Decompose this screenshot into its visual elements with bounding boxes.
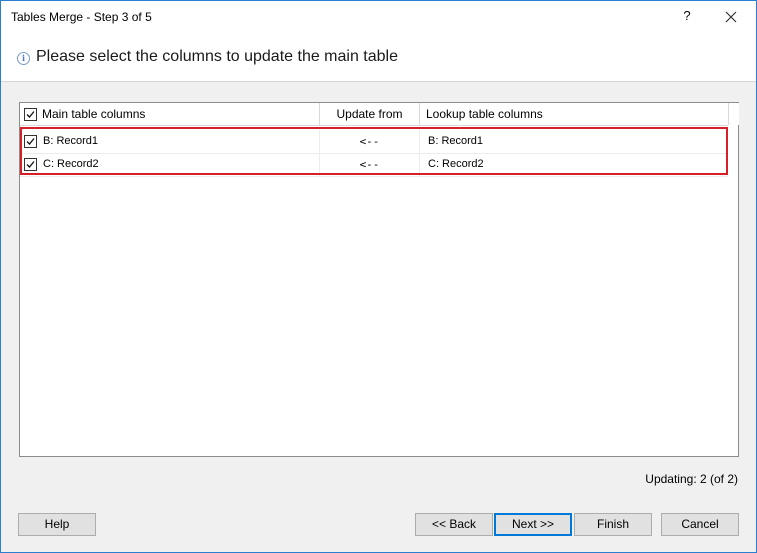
row-checkbox[interactable]: [24, 135, 37, 148]
window-title: Tables Merge - Step 3 of 5: [11, 10, 152, 24]
info-icon: i: [17, 52, 30, 65]
step-header: i Please select the columns to update th…: [1, 32, 756, 82]
cell-main-column: B: Record1: [20, 130, 320, 153]
back-button[interactable]: << Back: [415, 513, 493, 536]
help-button[interactable]: Help: [18, 513, 96, 536]
column-header-main-label: Main table columns: [42, 107, 146, 121]
grid-header-row: Main table columns Update from Lookup ta…: [20, 103, 728, 126]
next-button[interactable]: Next >>: [494, 513, 572, 536]
finish-button[interactable]: Finish: [574, 513, 652, 536]
updating-status: Updating: 2 (of 2): [645, 472, 738, 486]
row-main-label: C: Record2: [43, 158, 99, 170]
help-icon[interactable]: ?: [677, 4, 697, 28]
checkmark-icon: [26, 161, 35, 168]
row-checkbox[interactable]: [24, 158, 37, 171]
cell-update-direction[interactable]: <--: [320, 153, 420, 176]
cell-update-direction[interactable]: <--: [320, 130, 420, 153]
table-row[interactable]: B: Record1 <-- B: Record1: [20, 130, 728, 154]
row-main-label: B: Record1: [43, 135, 99, 147]
cell-lookup-column[interactable]: C: Record2: [420, 153, 728, 176]
column-header-lookup[interactable]: Lookup table columns: [420, 103, 728, 125]
title-bar: Tables Merge - Step 3 of 5 ?: [1, 1, 756, 32]
cell-main-column: C: Record2: [20, 153, 320, 176]
column-header-main[interactable]: Main table columns: [20, 103, 320, 125]
checkmark-icon: [26, 138, 35, 145]
grid-header-corner: [728, 103, 739, 125]
columns-grid: Main table columns Update from Lookup ta…: [19, 102, 739, 457]
select-all-checkbox[interactable]: [24, 108, 37, 121]
checkmark-icon: [26, 111, 35, 118]
close-icon[interactable]: [713, 4, 749, 28]
column-header-update[interactable]: Update from: [320, 103, 420, 125]
table-row[interactable]: C: Record2 <-- C: Record2: [20, 153, 728, 177]
step-heading: Please select the columns to update the …: [36, 48, 398, 65]
cancel-button[interactable]: Cancel: [661, 513, 739, 536]
dialog-window: Tables Merge - Step 3 of 5 ? i Please se…: [0, 0, 757, 553]
cell-lookup-column[interactable]: B: Record1: [420, 130, 728, 153]
